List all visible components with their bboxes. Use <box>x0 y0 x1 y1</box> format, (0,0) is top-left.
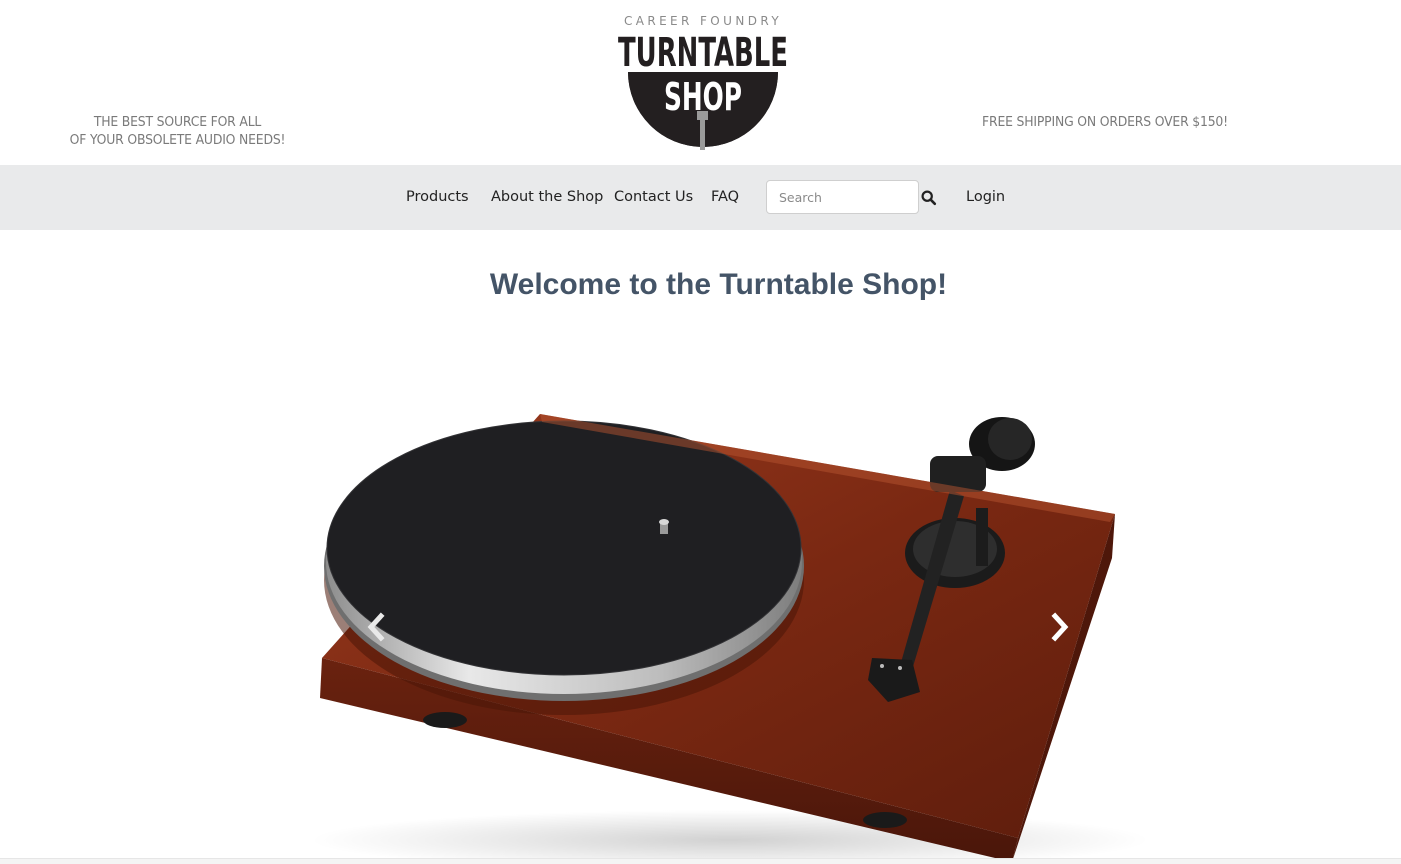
carousel-prev-button[interactable] <box>363 610 389 644</box>
page-bottom-edge <box>0 858 1401 864</box>
site-logo[interactable]: CAREER FOUNDRY TURNTABLE SHOP <box>612 10 794 158</box>
main-navbar: Products About the Shop Contact Us FAQ L… <box>0 165 1401 230</box>
welcome-heading: Welcome to the Turntable Shop! <box>489 268 948 301</box>
chevron-right-icon <box>1051 612 1069 642</box>
tagline-left: THE BEST SOURCE FOR ALL OF YOUR OBSOLETE… <box>51 113 304 149</box>
search-input[interactable] <box>766 180 919 214</box>
turntable-product-image <box>310 414 1150 864</box>
carousel-next-button[interactable] <box>1047 610 1073 644</box>
logo-title-line1: TURNTABLE <box>618 30 788 76</box>
search-icon <box>921 190 937 206</box>
nav-login[interactable]: Login <box>966 187 1005 207</box>
logo-title-line2: SHOP <box>664 75 742 119</box>
product-carousel <box>150 340 1270 864</box>
tagline-left-line2: OF YOUR OBSOLETE AUDIO NEEDS! <box>69 132 286 148</box>
nav-faq[interactable]: FAQ <box>711 187 739 207</box>
logo-record-icon: TURNTABLE SHOP <box>618 30 788 150</box>
nav-products[interactable]: Products <box>406 187 469 207</box>
nav-contact-us[interactable]: Contact Us <box>614 187 693 207</box>
nav-about-the-shop[interactable]: About the Shop <box>491 187 603 207</box>
tagline-right: FREE SHIPPING ON ORDERS OVER $150! <box>982 114 1228 130</box>
tagline-left-line1: THE BEST SOURCE FOR ALL <box>93 114 262 130</box>
site-header: THE BEST SOURCE FOR ALL OF YOUR OBSOLETE… <box>0 0 1401 165</box>
chevron-left-icon <box>367 612 385 642</box>
search-button[interactable] <box>920 189 938 207</box>
